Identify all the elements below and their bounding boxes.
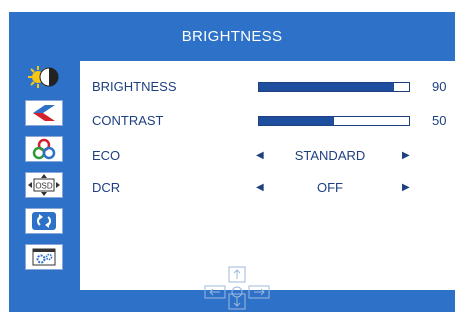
reset-icon	[32, 212, 56, 230]
dcr-right-arrow-icon[interactable]: ▶	[402, 182, 410, 193]
contrast-slider-fill	[259, 117, 334, 125]
sidebar-item-settings[interactable]	[25, 244, 63, 270]
sidebar-item-image[interactable]	[25, 100, 63, 126]
eco-left-arrow-icon[interactable]: ◀	[256, 150, 264, 161]
eco-value[interactable]: STANDARD	[280, 148, 380, 163]
settings-icon	[32, 248, 56, 266]
image-color-icon	[33, 105, 55, 121]
dcr-label: DCR	[92, 180, 121, 195]
sidebar-item-osd[interactable]: OSD	[25, 172, 63, 198]
color-wheel-icon	[32, 138, 56, 160]
sidebar-item-reset[interactable]	[25, 208, 63, 234]
sidebar-item-color[interactable]	[25, 136, 63, 162]
brightness-slider-fill	[259, 83, 394, 91]
osd-icon: OSD	[28, 174, 60, 196]
osd-icon-label: OSD	[35, 182, 53, 191]
brightness-slider[interactable]	[258, 82, 410, 92]
osd-header: BRIGHTNESS	[9, 12, 455, 61]
contrast-value: 50	[432, 113, 447, 128]
eco-right-arrow-icon[interactable]: ▶	[402, 150, 410, 161]
navigation-keys-icon	[204, 266, 270, 310]
osd-menu: BRIGHTNESS OSD BRIGHTNESS 90 CONTRAST 50…	[9, 12, 455, 312]
eco-label: ECO	[92, 148, 121, 163]
brightness-label: BRIGHTNESS	[92, 79, 177, 94]
dcr-left-arrow-icon[interactable]: ◀	[256, 182, 264, 193]
osd-sidebar: OSD	[9, 61, 80, 290]
dcr-value[interactable]: OFF	[280, 180, 380, 195]
sidebar-item-brightness[interactable]	[25, 64, 63, 90]
contrast-label: CONTRAST	[92, 113, 164, 128]
brightness-value: 90	[432, 79, 447, 94]
sun-moon-icon	[28, 66, 59, 88]
contrast-slider[interactable]	[258, 116, 410, 126]
osd-content: BRIGHTNESS 90 CONTRAST 50 ECO ◀ STANDARD…	[80, 61, 455, 290]
page-title: BRIGHTNESS	[181, 28, 283, 45]
